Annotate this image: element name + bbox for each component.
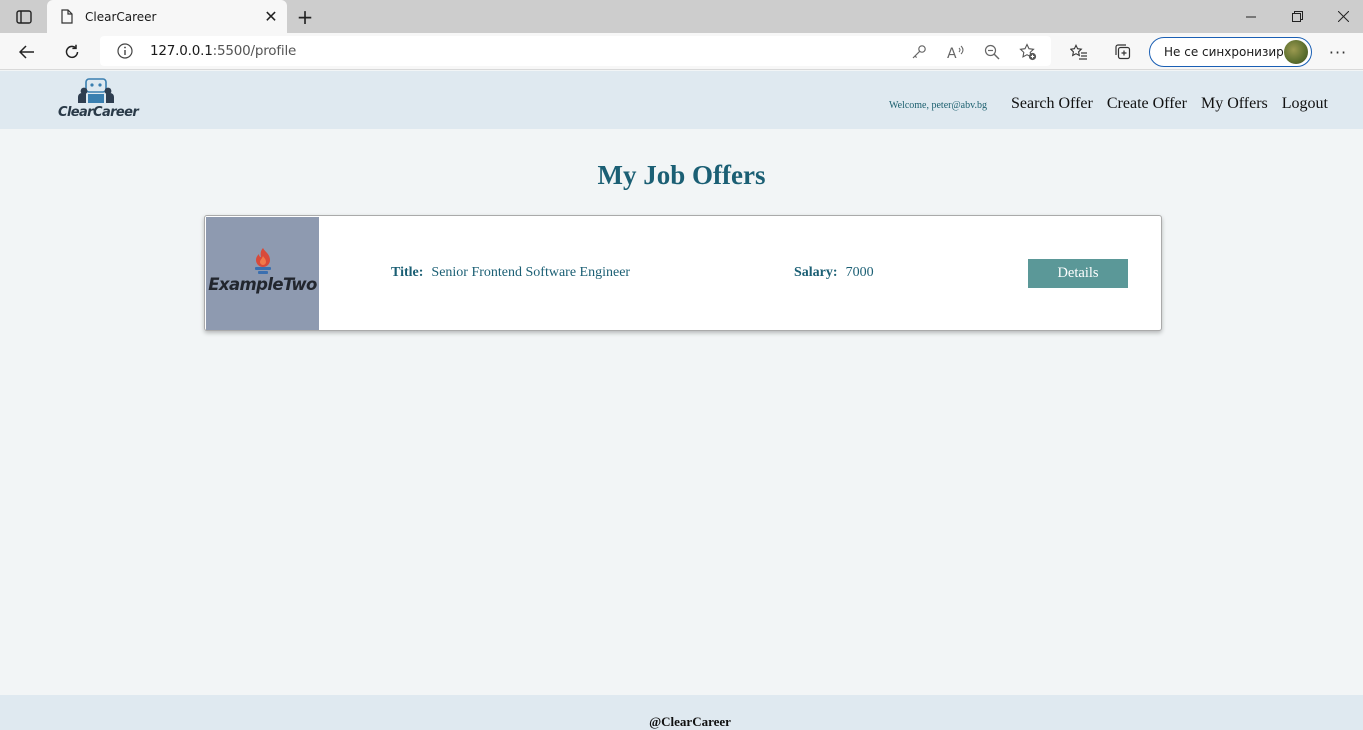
collections-icon[interactable] (1111, 40, 1135, 64)
details-button[interactable]: Details (1028, 259, 1128, 288)
url-text[interactable]: 127.0.0.1:5500/profile (150, 43, 296, 59)
nav-my-offers[interactable]: My Offers (1201, 95, 1268, 113)
site-header: ClearCareer Welcome, peter@abv.bg Search… (0, 71, 1363, 129)
tab-actions-button[interactable] (10, 6, 38, 28)
logo-icon (78, 78, 114, 103)
offer-title: Senior Frontend Software Engineer (431, 265, 631, 280)
page-title: My Job Offers (597, 160, 766, 190)
offer-salary: 7000 (845, 265, 874, 280)
close-window-icon[interactable] (1320, 0, 1363, 33)
url-path: :5500/profile (212, 43, 297, 59)
company-logo: ExampleTwo (206, 217, 319, 330)
more-options-icon[interactable]: ··· (1326, 40, 1350, 64)
salary-label: Salary: (794, 265, 838, 280)
company-name: ExampleTwo (208, 275, 317, 294)
tab-actions-icon (16, 10, 32, 24)
reload-icon[interactable] (57, 37, 87, 67)
avatar (1284, 40, 1308, 64)
nav-logout[interactable]: Logout (1282, 95, 1328, 113)
add-favorite-icon[interactable] (1018, 42, 1038, 62)
close-tab-icon[interactable]: ✕ (259, 5, 283, 29)
main-nav: Welcome, peter@abv.bg Search Offer Creat… (889, 95, 1328, 113)
profile-button[interactable]: Не се синхронизира (1149, 37, 1312, 67)
new-tab-icon[interactable]: + (292, 4, 318, 30)
browser-tab[interactable]: ClearCareer ✕ (47, 0, 287, 33)
browser-tab-strip: ClearCareer ✕ + (0, 0, 1363, 33)
zoom-out-icon[interactable] (982, 42, 1002, 62)
back-icon[interactable] (12, 37, 42, 67)
site-logo[interactable]: ClearCareer (58, 77, 139, 125)
nav-search-offer[interactable]: Search Offer (1011, 95, 1093, 113)
restore-icon[interactable] (1274, 0, 1320, 33)
flame-icon (255, 248, 271, 274)
sync-status-label: Не се синхронизира (1164, 45, 1292, 59)
offer-title-field: Title: Senior Frontend Software Engineer (391, 265, 630, 281)
nav-create-offer[interactable]: Create Offer (1107, 95, 1187, 113)
site-info-icon[interactable] (117, 43, 133, 59)
tab-title: ClearCareer (85, 9, 157, 24)
favorites-icon[interactable] (1067, 40, 1091, 64)
site-footer: @ClearCareer (0, 695, 1363, 730)
welcome-text: Welcome, peter@abv.bg (888, 100, 987, 111)
svg-text:A: A (947, 46, 957, 60)
footer-text: @ClearCareer (649, 714, 731, 729)
page-icon (59, 9, 75, 25)
title-label: Title: (391, 265, 424, 280)
job-offer-card: ExampleTwo Title: Senior Frontend Softwar… (204, 215, 1162, 331)
minimize-icon[interactable] (1228, 0, 1274, 33)
url-host: 127.0.0.1 (150, 43, 213, 59)
offer-salary-field: Salary: 7000 (794, 265, 874, 281)
logo-text: ClearCareer (58, 105, 139, 120)
key-icon[interactable] (909, 42, 929, 62)
read-aloud-icon[interactable]: A (946, 42, 966, 62)
address-bar[interactable]: 127.0.0.1:5500/profile A (100, 36, 1051, 66)
browser-toolbar: 127.0.0.1:5500/profile A Не се синхрониз… (0, 33, 1363, 70)
